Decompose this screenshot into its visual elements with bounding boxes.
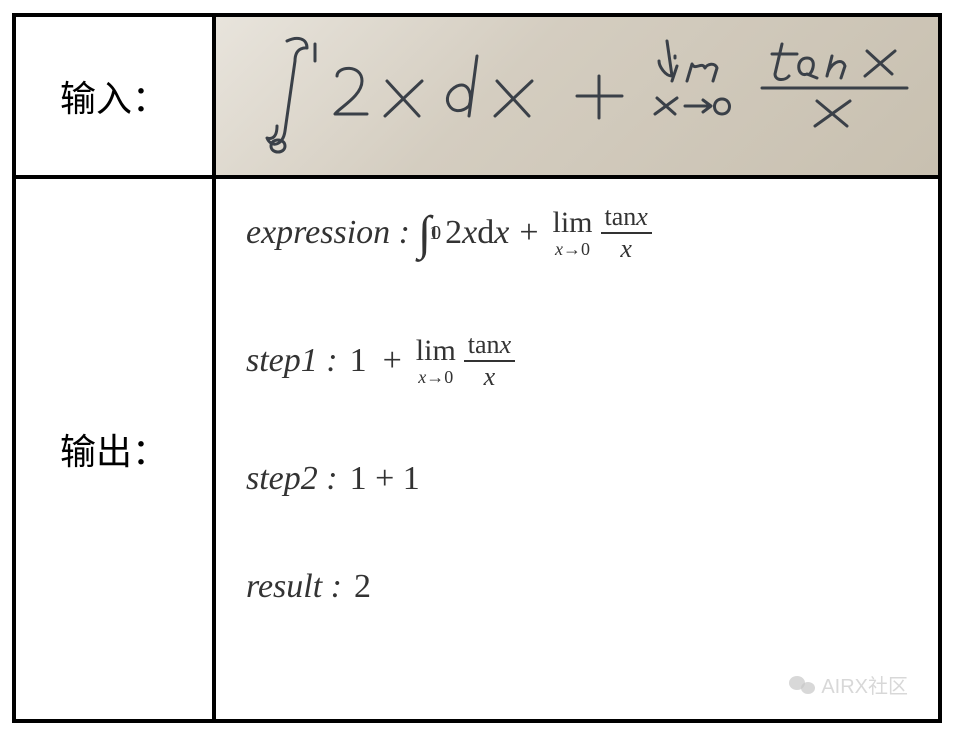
output-label: 输出： [16,179,216,719]
input-label: 输入： [16,17,216,175]
expression-label: expression : [246,214,410,252]
step1-line: step1 : 1 + lim x→0 tanx x [246,332,908,390]
result-label: result : [246,568,342,606]
limit-block: lim x→0 [553,208,593,258]
step1-fraction: tanx x [464,332,515,390]
step2-value: 1 + 1 [350,460,420,498]
handwritten-svg [227,26,927,166]
output-content: expression : ∫10 2xdx + lim x→0 tanx x s… [216,179,938,719]
output-row: 输出： expression : ∫10 2xdx + lim x→0 tanx… [16,179,938,719]
math-table: 输入： [12,13,942,723]
expression-line: expression : ∫10 2xdx + lim x→0 tanx x [246,204,908,262]
step2-label: step2 : [246,460,338,498]
step1-limit: lim x→0 [416,336,456,386]
fraction: tanx x [601,204,652,262]
plus-sign: + [519,214,538,252]
integral-lower: 0 [431,222,441,245]
step2-line: step2 : 1 + 1 [246,460,908,498]
integral-sign: ∫ [418,206,431,261]
dx: dx [477,214,509,252]
wechat-icon [789,674,815,696]
watermark-text: AIRX社区 [821,670,908,699]
result-line: result : 2 [246,568,908,606]
step1-one: 1 [350,342,367,380]
step1-plus: + [383,342,402,380]
step1-label: step1 : [246,342,338,380]
integrand: 2x [445,214,477,252]
result-value: 2 [354,568,371,606]
handwritten-input [216,17,938,175]
input-row: 输入： [16,17,938,179]
watermark: AIRX社区 [789,670,908,699]
